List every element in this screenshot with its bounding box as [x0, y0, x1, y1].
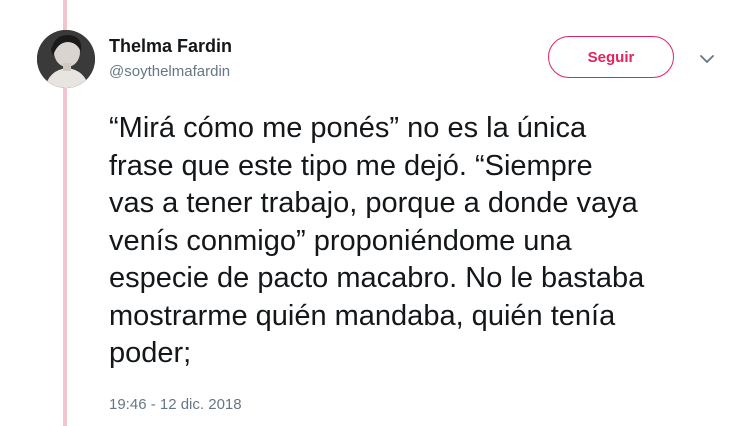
chevron-down-icon[interactable]	[698, 50, 716, 68]
tweet-text-line: frase que este tipo me dejó. “Siempre	[109, 149, 593, 182]
tweet-timestamp[interactable]: 19:46 - 12 dic. 2018	[109, 396, 242, 413]
tweet-text-line: poder;	[109, 337, 192, 369]
tweet-text-line: “Mirá cómo me ponés” no es la única	[109, 112, 587, 144]
author-handle[interactable]: @soythelmafardin	[109, 63, 230, 80]
avatar[interactable]	[37, 30, 95, 88]
previous-tweet-actions-fragment	[110, 0, 440, 6]
author-name[interactable]: Thelma Fardin	[109, 36, 232, 57]
follow-button[interactable]: Seguir	[548, 36, 674, 78]
avatar-photo-icon	[37, 30, 95, 88]
tweet-text-line: mostrarme quién mandaba, quién tenía	[109, 299, 616, 332]
tweet-text-line: venís conmigo” proponiéndome una	[109, 224, 572, 257]
tweet-text-line: vas a tener trabajo, porque a donde vaya	[109, 187, 638, 219]
tweet-text: “Mirá cómo me ponés” no es la única fras…	[109, 110, 729, 373]
tweet-text-line: especie de pacto macabro. No le bastaba	[109, 262, 645, 294]
